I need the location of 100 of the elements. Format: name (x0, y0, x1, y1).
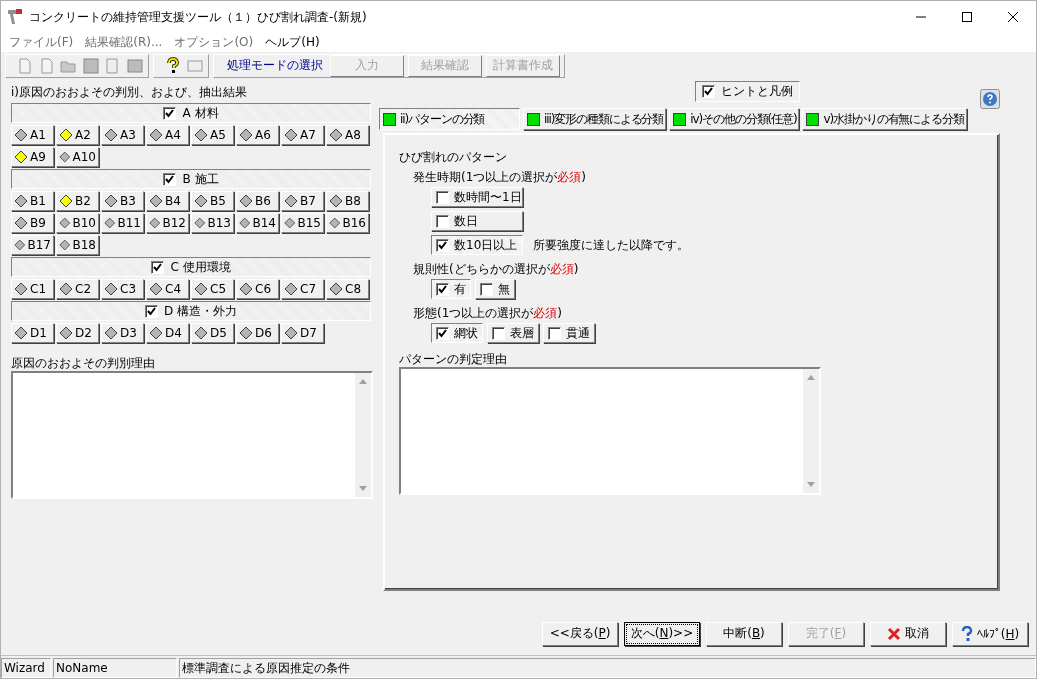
checkbox[interactable] (151, 260, 165, 274)
cause-button[interactable]: B14 (236, 213, 279, 233)
checkbox[interactable] (436, 214, 449, 228)
tab[interactable]: iv)その他の分類(任意) (669, 108, 800, 130)
option-toggle[interactable]: 貫通 (543, 323, 595, 343)
cause-button[interactable]: C4 (146, 279, 189, 299)
cause-button[interactable]: D7 (281, 323, 324, 343)
option-toggle[interactable]: 有 (431, 279, 471, 299)
cause-button[interactable]: D5 (191, 323, 234, 343)
dialog-button[interactable]: 次へ(N)>> (624, 621, 700, 646)
cause-button[interactable]: B4 (146, 191, 189, 211)
status-square-icon (383, 112, 396, 126)
checkbox[interactable] (480, 282, 493, 296)
cause-button[interactable]: B2 (56, 191, 99, 211)
checkbox[interactable] (436, 190, 449, 204)
menu-item[interactable]: ヘルプ(H) (259, 33, 326, 52)
cause-button[interactable]: C1 (11, 279, 54, 299)
scrollbar[interactable] (803, 369, 819, 493)
tab[interactable]: v)水掛かりの有無による分類 (802, 108, 967, 130)
checkbox[interactable] (492, 326, 505, 340)
cause-button[interactable]: B15 (281, 213, 324, 233)
cause-button[interactable]: B8 (326, 191, 369, 211)
cause-button[interactable]: A9 (11, 147, 54, 167)
status-cell: 標準調査による原因推定の条件 (179, 658, 1036, 678)
checkbox[interactable] (436, 326, 449, 340)
dialog-button[interactable]: <<戻る(P) (542, 621, 618, 646)
cause-button[interactable]: A1 (11, 125, 54, 145)
cause-button[interactable]: B6 (236, 191, 279, 211)
dialog-button[interactable]: ﾍﾙﾌﾟ(H) (952, 621, 1028, 646)
status-cell: NoName (53, 658, 177, 678)
cause-button[interactable]: A7 (281, 125, 324, 145)
app-logo-icon (7, 8, 23, 26)
status-square-icon (527, 112, 540, 126)
cause-button[interactable]: C7 (281, 279, 324, 299)
help-icon[interactable] (164, 56, 182, 75)
scroll-up-icon[interactable] (359, 379, 367, 384)
option-toggle[interactable]: 数日 (431, 211, 523, 231)
scroll-down-icon[interactable] (359, 486, 367, 491)
cause-button[interactable]: A5 (191, 125, 234, 145)
maximize-icon (962, 12, 972, 22)
cause-button[interactable]: B11 (101, 213, 144, 233)
window-title: コンクリートの維持管理支援ツール（１）ひび割れ調査-(新規) (29, 8, 368, 26)
cause-button[interactable]: C2 (56, 279, 99, 299)
tab[interactable]: ii)パターンの分類 (379, 108, 520, 130)
group-label: A 材料 (182, 104, 219, 122)
cause-button[interactable]: D6 (236, 323, 279, 343)
field-label: パターンの判定理由 (399, 351, 508, 367)
close-icon (1008, 12, 1018, 22)
checkbox[interactable] (702, 85, 715, 98)
cause-button[interactable]: B12 (146, 213, 189, 233)
cause-button[interactable]: C5 (191, 279, 234, 299)
cause-button[interactable]: B1 (11, 191, 54, 211)
checkbox[interactable] (163, 106, 177, 120)
cause-button[interactable]: B10 (56, 213, 99, 233)
checkbox[interactable] (436, 282, 449, 296)
option-toggle[interactable]: 数時間〜1日 (431, 187, 523, 207)
cause-button[interactable]: A4 (146, 125, 189, 145)
dialog-button[interactable]: 取消 (870, 621, 946, 646)
cause-button[interactable]: A8 (326, 125, 369, 145)
checkbox[interactable] (163, 172, 177, 186)
cause-button[interactable]: A6 (236, 125, 279, 145)
cause-button[interactable]: B17 (11, 235, 54, 255)
dialog-button[interactable]: 中断(B) (706, 621, 782, 646)
cause-button[interactable]: B18 (56, 235, 99, 255)
cause-button[interactable]: B5 (191, 191, 234, 211)
checkbox[interactable] (144, 304, 158, 318)
cause-button[interactable]: C3 (101, 279, 144, 299)
cause-button[interactable]: A2 (56, 125, 99, 145)
scrollbar[interactable] (355, 373, 371, 497)
cause-button[interactable]: A10 (56, 147, 99, 167)
scroll-down-icon[interactable] (807, 482, 815, 487)
cause-button[interactable]: C6 (236, 279, 279, 299)
text-area[interactable] (399, 367, 821, 495)
scroll-up-icon[interactable] (807, 375, 815, 380)
close-icon (887, 626, 901, 641)
cause-button[interactable]: B3 (101, 191, 144, 211)
section-label: 発生時期(1つ以上の選択が必須) (413, 169, 587, 186)
cause-button[interactable]: B7 (281, 191, 324, 211)
cause-button[interactable]: C8 (326, 279, 369, 299)
text-area[interactable] (11, 371, 373, 499)
checkbox[interactable] (436, 238, 449, 252)
option-toggle[interactable]: 無 (475, 279, 515, 299)
hint-label: ヒントと凡例 (721, 83, 793, 100)
hint-toggle[interactable]: ヒントと凡例 (695, 81, 800, 102)
cause-button[interactable]: B16 (326, 213, 369, 233)
cause-button[interactable]: D4 (146, 323, 189, 343)
option-toggle[interactable]: 表層 (487, 323, 539, 343)
cause-button[interactable]: D2 (56, 323, 99, 343)
section-label: 規則性(どちらかの選択が必須) (413, 261, 580, 278)
group-label: B 施工 (182, 170, 219, 188)
option-toggle[interactable]: 数10日以上 (431, 235, 523, 255)
tab[interactable]: iii)変形の種類による分類 (523, 108, 667, 130)
cause-button[interactable]: D1 (11, 323, 54, 343)
section-label: 形態(1つ以上の選択が必須) (413, 305, 563, 322)
cause-button[interactable]: B9 (11, 213, 54, 233)
cause-button[interactable]: A3 (101, 125, 144, 145)
checkbox[interactable] (548, 326, 561, 340)
cause-button[interactable]: D3 (101, 323, 144, 343)
cause-button[interactable]: B13 (191, 213, 234, 233)
option-toggle[interactable]: 網状 (431, 323, 483, 343)
